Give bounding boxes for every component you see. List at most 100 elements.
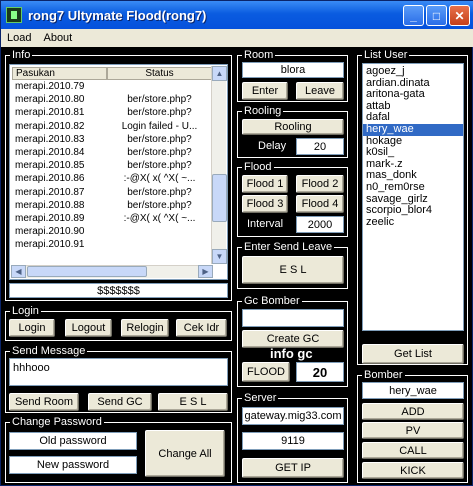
send-message-label: Send Message	[10, 345, 88, 357]
status-cell: ber/store.php?	[127, 107, 192, 119]
table-row[interactable]: merapi.2010.80 ber/store.php?	[12, 94, 212, 107]
kick-button[interactable]: KICK	[362, 462, 464, 479]
status-cell: ber/store.php?	[127, 186, 192, 198]
interval-input[interactable]: 2000	[296, 216, 344, 233]
server-label: Server	[242, 392, 279, 404]
flood-3-button[interactable]: Flood 3	[242, 195, 288, 213]
table-row[interactable]: merapi.2010.82 Login failed - U...	[12, 121, 212, 134]
table-row[interactable]: merapi.2010.89:-@X( x( ^X( ~...	[12, 213, 212, 226]
logout-button[interactable]: Logout	[65, 319, 112, 337]
status-cell: ber/store.php?	[127, 147, 192, 158]
esl-button[interactable]: E S L	[158, 393, 228, 411]
message-input[interactable]: hhhooo	[9, 358, 228, 386]
room-input[interactable]: blora	[242, 62, 344, 78]
list-item[interactable]: agoez_j	[363, 65, 463, 78]
send-gc-button[interactable]: Send GC	[88, 393, 152, 411]
enter-send-leave-frame: Enter Send Leave E S L	[237, 241, 348, 289]
app-icon	[6, 7, 22, 23]
scroll-up-icon[interactable]: ▲	[212, 66, 227, 81]
login-button[interactable]: Login	[9, 319, 55, 337]
table-row[interactable]: merapi.2010.91	[12, 239, 212, 252]
enter-send-leave-button[interactable]: E S L	[242, 256, 344, 284]
pasukan-cell: merapi.2010.86	[15, 173, 85, 185]
info-horizontal-scrollbar[interactable]: ◀ ▶	[11, 265, 213, 278]
scroll-right-icon[interactable]: ▶	[198, 265, 213, 278]
call-button[interactable]: CALL	[362, 442, 464, 459]
bomber-target-input[interactable]: hery_wae	[362, 382, 464, 399]
server-port-input[interactable]: 9119	[242, 432, 344, 450]
menu-load[interactable]: Load	[1, 32, 37, 44]
table-row[interactable]: merapi.2010.88 ber/store.php?	[12, 200, 212, 213]
pasukan-cell: merapi.2010.88	[15, 199, 85, 211]
close-button[interactable]: ✕	[449, 5, 470, 26]
info-vertical-scrollbar[interactable]: ▲ ▼	[211, 66, 227, 264]
rooling-button[interactable]: Rooling	[242, 119, 344, 135]
status-cell	[107, 81, 212, 94]
gc-bomber-input[interactable]	[242, 309, 344, 327]
pv-button[interactable]: PV	[362, 422, 464, 439]
login-frame: Login Login Logout Relogin Cek Idr	[5, 305, 232, 341]
get-list-button[interactable]: Get List	[362, 344, 464, 364]
delay-input[interactable]: 20	[296, 138, 344, 155]
send-room-button[interactable]: Send Room	[9, 393, 79, 411]
list-item[interactable]: scorpio_blor4	[363, 205, 463, 217]
maximize-button[interactable]: □	[426, 5, 447, 26]
add-button[interactable]: ADD	[362, 403, 464, 420]
table-row[interactable]: merapi.2010.84 ber/store.php?	[12, 147, 212, 160]
table-row[interactable]: merapi.2010.81 ber/store.php?	[12, 107, 212, 120]
change-all-button[interactable]: Change All	[145, 430, 225, 477]
list-item[interactable]: hery_wae	[363, 123, 463, 136]
server-host-input[interactable]: gateway.mig33.com	[242, 407, 344, 425]
leave-button[interactable]: Leave	[296, 82, 344, 100]
pasukan-cell: merapi.2010.83	[15, 133, 85, 145]
menu-bar: Load About	[1, 29, 473, 47]
table-row[interactable]: merapi.2010.87 ber/store.php?	[12, 187, 212, 200]
table-row[interactable]: merapi.2010.86 :-@X( x( ^X( ~...	[12, 173, 212, 186]
flood-2-button[interactable]: Flood 2	[296, 175, 344, 193]
server-frame: Server gateway.mig33.com 9119 GET IP	[237, 392, 348, 483]
flood-4-button[interactable]: Flood 4	[296, 195, 344, 213]
gc-flood-button[interactable]: FLOOD	[242, 362, 290, 382]
scroll-down-icon[interactable]: ▼	[212, 249, 227, 264]
pasukan-cell: merapi.2010.84	[15, 147, 85, 158]
flood-frame: Flood Flood 1 Flood 2 Flood 3 Flood 4 In…	[237, 161, 348, 237]
table-row[interactable]: merapi.2010.83 ber/store.php?	[12, 134, 212, 147]
cek-idr-button[interactable]: Cek Idr	[176, 319, 227, 337]
status-cell: :-@X( x( ^X( ~...	[123, 173, 196, 185]
column-header-status[interactable]: Status	[107, 67, 212, 80]
relogin-button[interactable]: Relogin	[121, 319, 169, 337]
menu-about[interactable]: About	[37, 32, 78, 44]
room-frame: Room blora Enter Leave	[237, 49, 348, 102]
column-header-pasukan[interactable]: Pasukan	[12, 67, 107, 80]
info-label: Info	[10, 49, 33, 61]
pasukan-cell: merapi.2010.82	[15, 120, 85, 132]
hscroll-thumb[interactable]	[27, 266, 147, 277]
gc-flood-count-input[interactable]: 20	[296, 362, 344, 382]
table-row[interactable]: merapi.2010.90	[12, 226, 212, 239]
interval-label: Interval	[247, 218, 284, 230]
new-password-field[interactable]: New password	[9, 456, 137, 474]
scroll-thumb[interactable]	[212, 174, 227, 222]
bomber-label: Bomber	[362, 369, 405, 381]
rooling-label: Rooling	[242, 105, 284, 117]
table-row[interactable]: merapi.2010.85 ber/store.php?	[12, 160, 212, 173]
flood-1-button[interactable]: Flood 1	[242, 175, 288, 193]
get-ip-button[interactable]: GET IP	[242, 458, 344, 478]
change-password-frame: Change Password Old password New passwor…	[5, 416, 232, 483]
gc-bomber-label: Gc Bomber	[242, 295, 302, 307]
title-bar[interactable]: rong7 Ultymate Flood(rong7) _ □ ✕	[1, 1, 473, 29]
pasukan-cell: merapi.2010.91	[15, 239, 85, 251]
send-message-frame: Send Message hhhooo Send Room Send GC E …	[5, 345, 232, 413]
change-password-label: Change Password	[10, 416, 104, 428]
user-list[interactable]: agoez_j ardian.dinata aritona-gata attab daf…	[362, 63, 464, 331]
old-password-field[interactable]: Old password	[9, 432, 137, 450]
list-item[interactable]: zeelic	[363, 216, 463, 229]
list-item[interactable]: k0sil_	[363, 147, 463, 159]
table-row[interactable]: merapi.2010.79	[12, 81, 212, 94]
list-item[interactable]: n0_rem0rse	[363, 181, 463, 194]
scroll-left-icon[interactable]: ◀	[11, 265, 26, 278]
minimize-button[interactable]: _	[403, 5, 424, 26]
gc-bomber-frame: Gc Bomber Create GC info gc FLOOD 20	[237, 295, 348, 387]
info-list[interactable]: Pasukan Status merapi.2010.79 merapi.2010…	[9, 64, 228, 280]
enter-button[interactable]: Enter	[242, 82, 288, 100]
